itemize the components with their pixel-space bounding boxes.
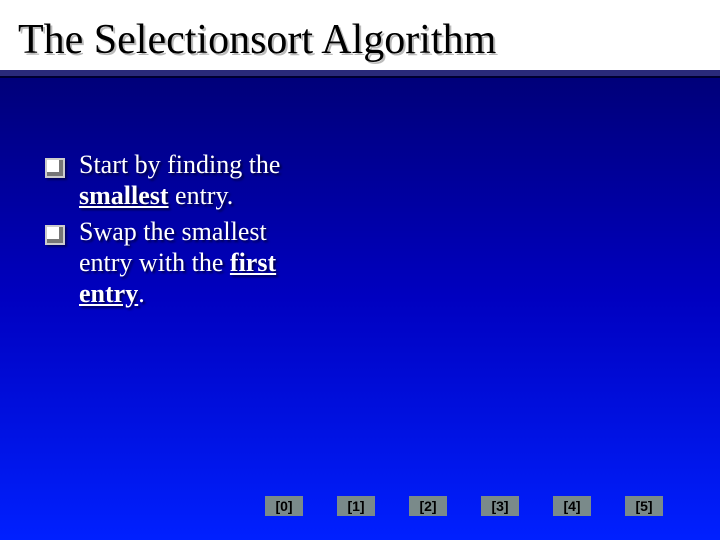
index-label: [0]	[265, 496, 303, 516]
bullet-item: Swap the smallest entry with the first e…	[45, 217, 285, 309]
bullet-emph: smallest	[79, 181, 169, 210]
index-label: [1]	[337, 496, 375, 516]
index-label: [2]	[409, 496, 447, 516]
bullet-post: entry.	[169, 181, 234, 210]
index-label: [5]	[625, 496, 663, 516]
bullet-pre: Start by finding the	[79, 150, 280, 179]
bullet-item: Start by finding the smallest entry.	[45, 150, 285, 211]
index-label: [4]	[553, 496, 591, 516]
slide-title: The Selectionsort Algorithm	[18, 18, 720, 62]
content-area: Start by finding the smallest entry. Swa…	[45, 150, 285, 315]
title-area: The Selectionsort Algorithm	[0, 0, 720, 76]
bullet-post: .	[138, 279, 145, 308]
bullet-text: Swap the smallest entry with the first e…	[79, 217, 285, 309]
array-index-row: [0] [1] [2] [3] [4] [5]	[265, 496, 663, 516]
slide: The Selectionsort Algorithm Start by fin…	[0, 0, 720, 540]
square-bullet-icon	[45, 158, 65, 178]
square-bullet-icon	[45, 225, 65, 245]
index-label: [3]	[481, 496, 519, 516]
bullet-text: Start by finding the smallest entry.	[79, 150, 285, 211]
